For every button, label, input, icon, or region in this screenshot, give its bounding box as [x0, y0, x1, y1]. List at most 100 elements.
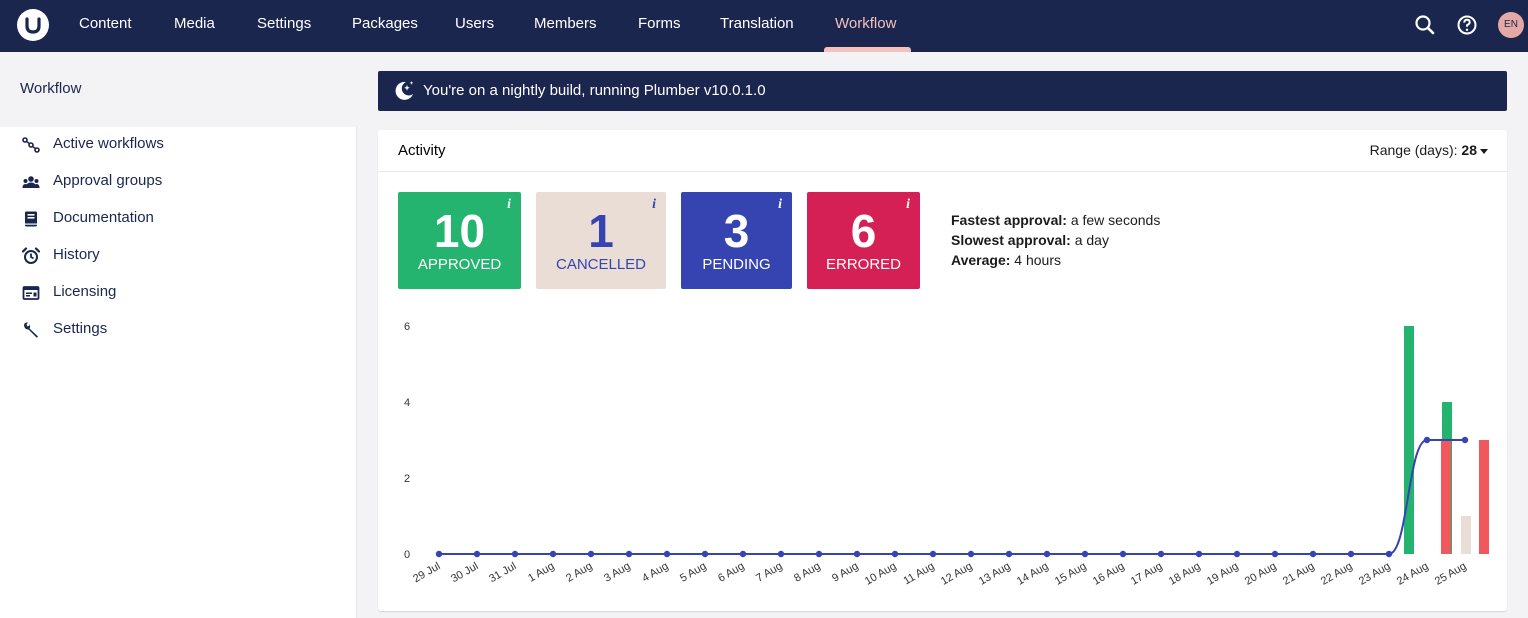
chart-point — [1309, 550, 1317, 558]
sidebar-item-label: Settings — [53, 320, 108, 337]
y-tick-label: 2 — [404, 473, 410, 485]
sidebar-item-label: Approval groups — [53, 172, 163, 189]
summary-fastest: Fastest approval: a few seconds — [951, 210, 1160, 230]
summary-value: 4 hours — [1010, 252, 1061, 268]
chart-point — [929, 550, 937, 558]
sidebar-item-history[interactable]: History — [0, 237, 357, 274]
chart-point — [663, 550, 671, 558]
moon-stars-icon — [392, 79, 416, 103]
sidebar-item-label: Licensing — [53, 283, 117, 300]
x-tick-label: 14 Aug — [1015, 560, 1051, 588]
alarm-clock-icon — [21, 247, 41, 265]
sidebar-item-settings[interactable]: Settings — [0, 311, 357, 348]
sidebar-item-licensing[interactable]: Licensing — [0, 274, 357, 311]
chart-point — [1157, 550, 1165, 558]
book-icon — [22, 210, 40, 228]
x-tick-label: 6 Aug — [716, 560, 746, 584]
license-icon — [22, 284, 40, 302]
top-navigation: Content Media Settings Packages Users Me… — [0, 0, 1528, 52]
wrench-icon — [22, 321, 40, 339]
x-tick-label: 21 Aug — [1281, 560, 1317, 588]
sidebar-title[interactable]: Workflow — [20, 80, 81, 97]
nav-translation[interactable]: Translation — [720, 0, 794, 52]
stat-pending[interactable]: i 3 PENDING — [681, 192, 792, 289]
x-tick-label: 9 Aug — [830, 560, 860, 584]
x-tick-label: 4 Aug — [640, 560, 670, 584]
stat-label: APPROVED — [417, 256, 502, 273]
user-avatar[interactable]: EN — [1498, 12, 1524, 38]
stat-errored[interactable]: i 6 ERRORED — [807, 192, 920, 289]
nav-packages[interactable]: Packages — [352, 0, 418, 52]
sidebar-item-approval-groups[interactable]: Approval groups — [0, 163, 357, 200]
nav-settings[interactable]: Settings — [257, 0, 311, 52]
chart-point — [625, 550, 633, 558]
chart-point — [1461, 436, 1469, 444]
summary-value: a few seconds — [1066, 212, 1161, 228]
x-tick-label: 3 Aug — [602, 560, 632, 584]
activity-card-header: Activity Range (days): 28 — [378, 130, 1507, 172]
x-tick-label: 10 Aug — [863, 560, 899, 588]
x-tick-label: 19 Aug — [1205, 560, 1241, 588]
sidebar: Workflow Active workflows Approval group… — [0, 52, 357, 618]
chart-point — [701, 550, 709, 558]
chart-point — [739, 550, 747, 558]
range-selector[interactable]: Range (days): 28 — [1370, 142, 1488, 158]
sidebar-item-label: Active workflows — [53, 135, 164, 152]
chart-point — [815, 550, 823, 558]
summary-key: Slowest approval: — [951, 232, 1071, 248]
chart-series-line — [439, 439, 1465, 555]
umbraco-logo-icon[interactable] — [17, 9, 49, 41]
activity-title: Activity — [398, 142, 446, 159]
stat-label: CANCELLED — [555, 256, 647, 273]
x-tick-label: 5 Aug — [678, 560, 708, 584]
range-label: Range (days): — [1369, 142, 1458, 158]
stat-cancelled[interactable]: i 1 CANCELLED — [536, 192, 666, 289]
chart-point — [587, 550, 595, 558]
stat-value: 10 — [433, 205, 486, 257]
chart-point — [1081, 550, 1089, 558]
x-tick-label: 7 Aug — [754, 560, 784, 584]
x-tick-label: 25 Aug — [1433, 560, 1469, 588]
summary-key: Fastest approval: — [951, 212, 1067, 228]
nav-content[interactable]: Content — [79, 0, 132, 52]
chart-point — [1043, 550, 1051, 558]
activity-card: Activity Range (days): 28 i 10 APPROVED … — [378, 130, 1507, 611]
chart-bar — [1479, 440, 1489, 554]
nav-workflow[interactable]: Workflow — [835, 0, 896, 52]
x-tick-label: 22 Aug — [1319, 560, 1355, 588]
y-tick-label: 0 — [404, 549, 410, 561]
nodes-icon — [22, 136, 40, 154]
nav-forms[interactable]: Forms — [638, 0, 681, 52]
nav-media[interactable]: Media — [174, 0, 215, 52]
x-tick-label: 20 Aug — [1243, 560, 1279, 588]
caret-down-icon — [1480, 148, 1488, 154]
x-tick-label: 12 Aug — [939, 560, 975, 588]
stat-value: 3 — [723, 205, 750, 257]
summary-slowest: Slowest approval: a day — [951, 230, 1160, 250]
chart-point — [549, 550, 557, 558]
search-icon[interactable] — [1413, 13, 1437, 37]
x-tick-label: 29 Jul — [411, 560, 442, 585]
y-tick-label: 6 — [404, 321, 410, 333]
x-tick-label: 31 Jul — [487, 560, 518, 585]
nightly-build-banner: You're on a nightly build, running Plumb… — [378, 71, 1507, 111]
sidebar-item-documentation[interactable]: Documentation — [0, 200, 357, 237]
stat-approved[interactable]: i 10 APPROVED — [398, 192, 521, 289]
y-tick-label: 4 — [404, 397, 410, 409]
chart-point — [967, 550, 975, 558]
chart-point — [1385, 550, 1393, 558]
sidebar-item-active-workflows[interactable]: Active workflows — [0, 126, 357, 163]
x-tick-label: 17 Aug — [1129, 560, 1165, 588]
users-icon — [22, 173, 40, 191]
summary-average: Average: 4 hours — [951, 250, 1160, 270]
chart-point — [473, 550, 481, 558]
chart-point — [1271, 550, 1279, 558]
x-tick-label: 24 Aug — [1395, 560, 1431, 588]
nav-members[interactable]: Members — [534, 0, 597, 52]
x-tick-label: 18 Aug — [1167, 560, 1203, 588]
nav-users[interactable]: Users — [455, 0, 494, 52]
chart-point — [1195, 550, 1203, 558]
x-tick-label: 8 Aug — [792, 560, 822, 584]
chart-bar — [1461, 516, 1471, 554]
help-icon[interactable] — [1455, 13, 1479, 37]
